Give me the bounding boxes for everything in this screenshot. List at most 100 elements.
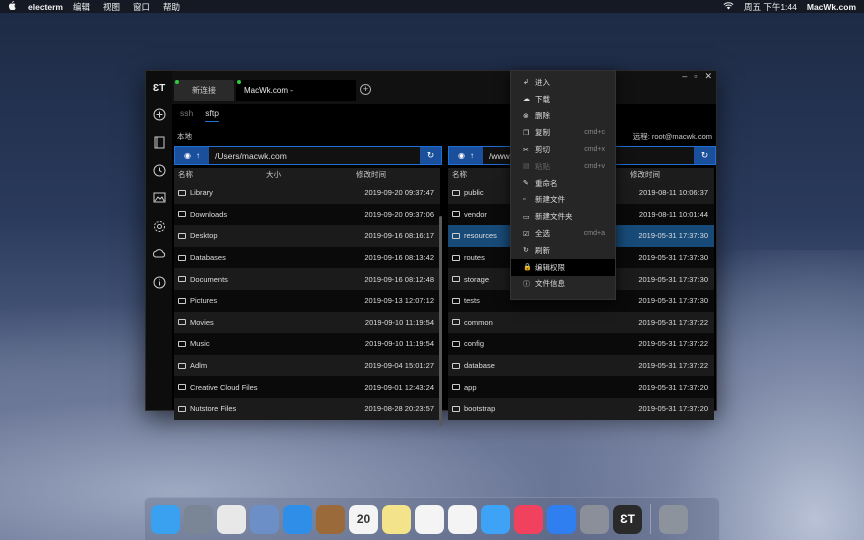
table-row[interactable]: database 2019-05-31 17:37:22 xyxy=(448,354,714,377)
context-menu-item[interactable]: ↲ 进入 xyxy=(511,74,615,91)
finder-icon[interactable] xyxy=(151,504,180,534)
table-row[interactable]: app 2019-05-31 17:37:20 xyxy=(448,376,714,398)
context-menu-item[interactable]: ⓘ 文件信息 xyxy=(511,276,615,293)
table-row[interactable]: Nutstore Files 2019-08-28 20:23:57 xyxy=(174,397,440,420)
file-name: app xyxy=(448,383,477,392)
table-row[interactable]: Desktop 2019-09-16 08:16:17 xyxy=(174,225,440,247)
menu-help[interactable]: 帮助 xyxy=(163,1,180,13)
table-row[interactable]: Adlm 2019-09-04 15:01:27 xyxy=(174,354,440,377)
menubar-clock[interactable]: 周五 下午1:44 xyxy=(744,1,797,13)
file-name: Desktop xyxy=(174,231,218,240)
col-modified-header[interactable]: 修改时间 xyxy=(352,168,440,182)
refresh-icon[interactable]: ↻ xyxy=(420,147,441,164)
context-menu-item[interactable]: ▫ 新建文件 xyxy=(511,192,615,209)
minimize-icon[interactable]: – xyxy=(682,71,687,82)
photos-icon[interactable] xyxy=(448,504,477,534)
file-name-text: Movies xyxy=(190,317,214,327)
local-path-input[interactable]: /Users/macwk.com xyxy=(209,151,420,161)
settings-gear-icon[interactable] xyxy=(152,220,166,234)
notes-icon[interactable] xyxy=(382,504,411,534)
add-icon[interactable] xyxy=(152,108,166,122)
col-modified-header[interactable]: 修改时间 xyxy=(626,168,714,182)
file-name: Documents xyxy=(174,275,228,284)
folder-icon xyxy=(452,254,460,261)
apple-icon[interactable] xyxy=(8,1,22,12)
table-row[interactable]: Movies 2019-09-10 11:19:54 xyxy=(174,311,440,334)
refresh-icon[interactable]: ↻ xyxy=(694,147,715,164)
eye-icon[interactable]: ◉ xyxy=(184,151,191,160)
menu-view[interactable]: 视图 xyxy=(103,1,120,13)
folder-icon xyxy=(178,254,186,261)
close-icon[interactable]: ✕ xyxy=(704,71,712,82)
context-menu-item[interactable]: ❐ 复制 cmd+c xyxy=(511,124,615,141)
context-menu-item[interactable]: ☑ 全选 cmd+a xyxy=(511,225,615,242)
electerm-icon[interactable]: ƐT xyxy=(613,504,642,534)
table-row[interactable]: config 2019-05-31 17:37:22 xyxy=(448,333,714,355)
sidebar: ƐT xyxy=(146,71,172,410)
table-row[interactable]: bootstrap 2019-05-31 17:37:20 xyxy=(448,397,714,420)
picture-icon[interactable] xyxy=(152,192,166,206)
table-row[interactable]: Documents 2019-09-16 08:12:48 xyxy=(174,268,440,290)
table-row[interactable]: common 2019-05-31 17:37:22 xyxy=(448,311,714,334)
cloud-sync-icon[interactable] xyxy=(152,248,166,262)
launchpad-icon[interactable] xyxy=(184,504,213,534)
context-menu-label: 刷新 xyxy=(535,245,550,255)
table-row[interactable]: Library 2019-09-20 09:37:47 xyxy=(174,182,440,204)
subtab-ssh[interactable]: ssh xyxy=(180,108,193,122)
file-name: Music xyxy=(174,339,210,348)
context-menu-item[interactable]: ✎ 重命名 xyxy=(511,175,615,192)
table-row[interactable]: Downloads 2019-09-20 09:37:06 xyxy=(174,203,440,226)
tab-macwk-session[interactable]: MacWk.com - root@macwk.co... xyxy=(236,80,356,116)
context-menu-item[interactable]: ☁ 下载 xyxy=(511,91,615,108)
app-store-icon[interactable] xyxy=(547,504,576,534)
info-icon[interactable] xyxy=(152,276,166,290)
remote-path-buttons: ◉ ↑ xyxy=(449,147,483,164)
menu-window[interactable]: 窗口 xyxy=(133,1,150,13)
folder-icon xyxy=(178,211,186,218)
file-name-text: Library xyxy=(190,188,213,198)
history-clock-icon[interactable] xyxy=(152,164,166,178)
table-row[interactable]: Pictures 2019-09-13 12:07:12 xyxy=(174,289,440,312)
file-name: Adlm xyxy=(174,361,207,370)
table-row[interactable]: Creative Cloud Files 2019-09-01 12:43:24 xyxy=(174,376,440,398)
menubar-site[interactable]: MacWk.com xyxy=(807,2,856,12)
trash-icon[interactable] xyxy=(659,504,688,534)
col-size-header[interactable]: 大小 xyxy=(262,168,352,182)
add-tab-icon[interactable]: + xyxy=(360,84,371,95)
context-menu-item[interactable]: ✂ 剪切 cmd+x xyxy=(511,141,615,158)
menu-edit[interactable]: 编辑 xyxy=(73,1,90,13)
maximize-icon[interactable]: ▫ xyxy=(694,71,697,82)
subtab-sftp[interactable]: sftp xyxy=(205,108,219,122)
menu-app-name[interactable]: electerm xyxy=(28,2,63,12)
wifi-icon[interactable] xyxy=(723,1,734,12)
calendar-icon[interactable]: 20 xyxy=(349,504,378,534)
up-arrow-icon[interactable]: ↑ xyxy=(196,151,200,160)
table-row[interactable]: Databases 2019-09-16 08:13:42 xyxy=(174,246,440,269)
reminders-icon[interactable] xyxy=(415,504,444,534)
col-name-header[interactable]: 名称 xyxy=(174,168,262,182)
chrome-icon[interactable] xyxy=(217,504,246,534)
context-menu-item[interactable]: ⊗ 删除 xyxy=(511,108,615,125)
edit-icon: ✎ xyxy=(523,180,529,188)
music-icon[interactable] xyxy=(514,504,543,534)
book-icon[interactable] xyxy=(152,136,166,150)
context-menu-label: 重命名 xyxy=(535,178,558,188)
context-menu-label: 编辑权限 xyxy=(535,262,565,272)
system-preferences-icon[interactable] xyxy=(580,504,609,534)
tab-new-connection[interactable]: 新连接 xyxy=(174,80,234,101)
context-menu-item[interactable]: ▭ 新建文件夹 xyxy=(511,208,615,225)
local-scrollbar[interactable] xyxy=(439,216,442,426)
tab-status-dot xyxy=(175,80,179,84)
context-menu-item[interactable]: ↻ 刷新 xyxy=(511,242,615,259)
eye-icon[interactable]: ◉ xyxy=(458,151,465,160)
context-menu-item[interactable]: ▤ 粘贴 cmd+v xyxy=(511,158,615,175)
mail-stamp-icon[interactable] xyxy=(250,504,279,534)
table-row[interactable]: Music 2019-09-10 11:19:54 xyxy=(174,333,440,355)
file-modified: 2019-09-01 12:43:24 xyxy=(364,382,434,392)
notebook-icon[interactable] xyxy=(316,504,345,534)
safari-icon[interactable] xyxy=(283,504,312,534)
context-menu-item[interactable]: 🔒 编辑权限 xyxy=(511,258,615,276)
file-name-text: tests xyxy=(464,296,480,306)
up-arrow-icon[interactable]: ↑ xyxy=(470,151,474,160)
messages-icon[interactable] xyxy=(481,504,510,534)
